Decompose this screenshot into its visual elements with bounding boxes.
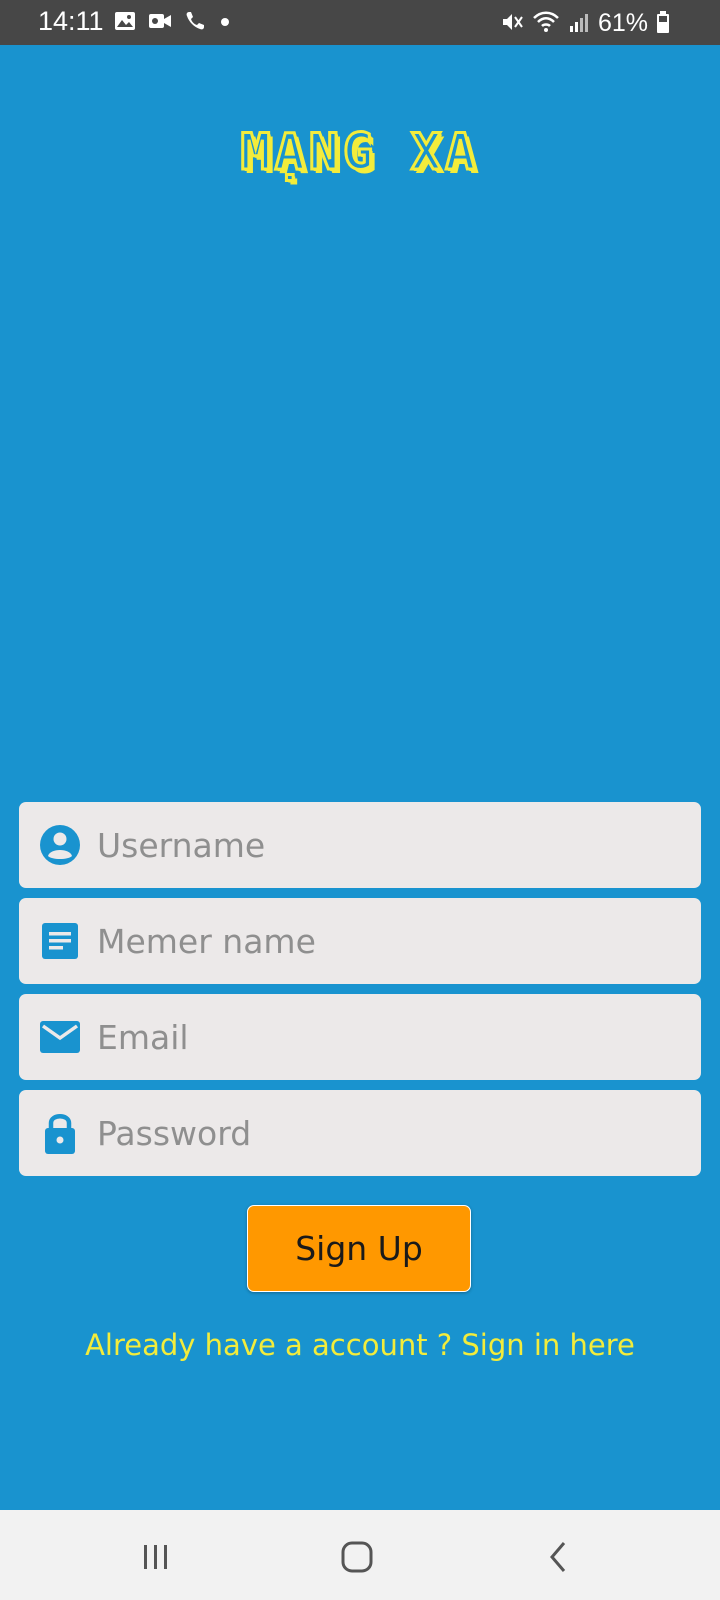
- status-time: 14:11: [38, 6, 104, 36]
- home-icon[interactable]: [332, 1532, 382, 1582]
- email-field[interactable]: [19, 994, 701, 1080]
- document-icon: [38, 919, 82, 963]
- username-field[interactable]: [19, 802, 701, 888]
- status-icons-right: 61%: [500, 9, 670, 38]
- signup-screen: MẠNG XA Username Memer name Email Sign U…: [0, 45, 720, 1510]
- dot-icon: [218, 14, 232, 33]
- mail-icon: [38, 1015, 82, 1059]
- sign-in-link[interactable]: Already have a account ? Sign in here: [0, 1328, 720, 1362]
- member-name-input[interactable]: [95, 920, 679, 962]
- lock-icon: [38, 1111, 82, 1155]
- battery-percent: 61%: [597, 9, 648, 37]
- battery-icon: [656, 10, 670, 38]
- password-input[interactable]: [95, 1112, 679, 1154]
- image-icon: [114, 11, 136, 35]
- app-logo: MẠNG XA: [239, 122, 480, 183]
- phone-icon: [184, 10, 206, 36]
- password-field[interactable]: [19, 1090, 701, 1176]
- sign-up-button[interactable]: Sign Up: [247, 1205, 471, 1292]
- member-name-field[interactable]: [19, 898, 701, 984]
- email-input[interactable]: [95, 1016, 679, 1058]
- mute-icon: [500, 10, 524, 38]
- signal-icon: [568, 11, 590, 37]
- recent-apps-icon[interactable]: [131, 1532, 181, 1582]
- status-icons-left: [114, 10, 232, 36]
- username-input[interactable]: [95, 824, 679, 866]
- back-icon[interactable]: [534, 1532, 584, 1582]
- navigation-bar: [0, 1510, 720, 1600]
- status-bar: 14:11 61%: [0, 0, 720, 45]
- user-icon: [38, 823, 82, 867]
- video-icon: [148, 12, 172, 34]
- wifi-icon: [532, 10, 560, 38]
